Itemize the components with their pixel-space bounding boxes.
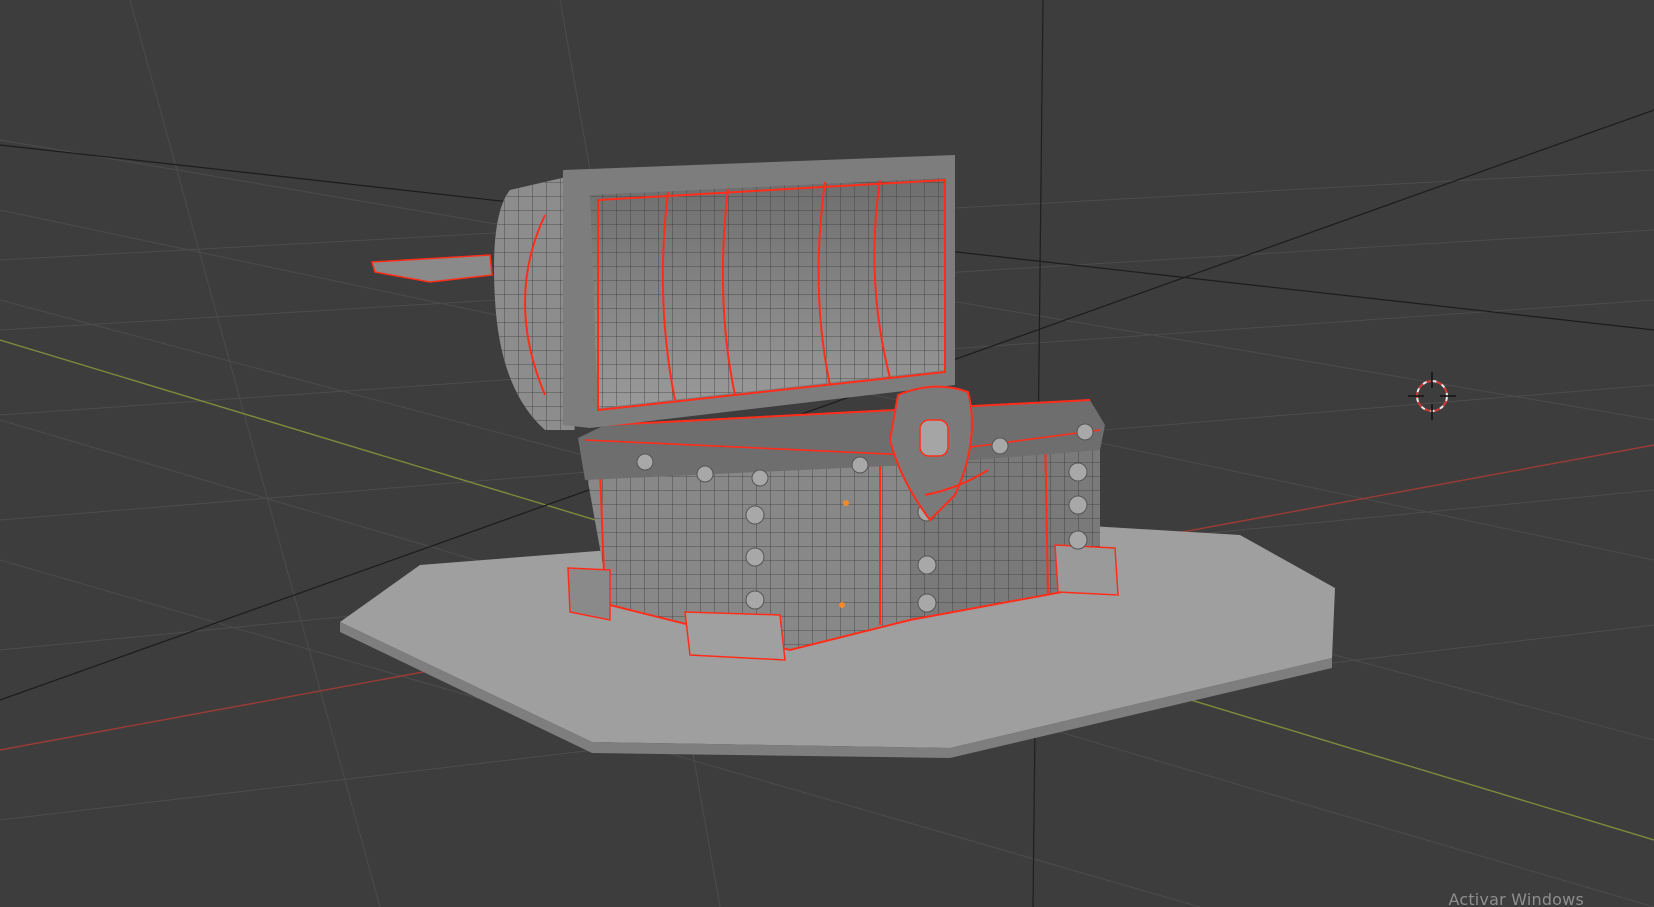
activate-windows-watermark: Activar Windows [1448, 890, 1584, 907]
origin-dot [839, 602, 845, 608]
origin-dot [843, 500, 849, 506]
3d-viewport[interactable]: Activar Windows [0, 0, 1654, 907]
chest-lid[interactable] [494, 155, 955, 430]
lid-tab [371, 254, 493, 283]
viewport-scene[interactable] [0, 0, 1654, 907]
